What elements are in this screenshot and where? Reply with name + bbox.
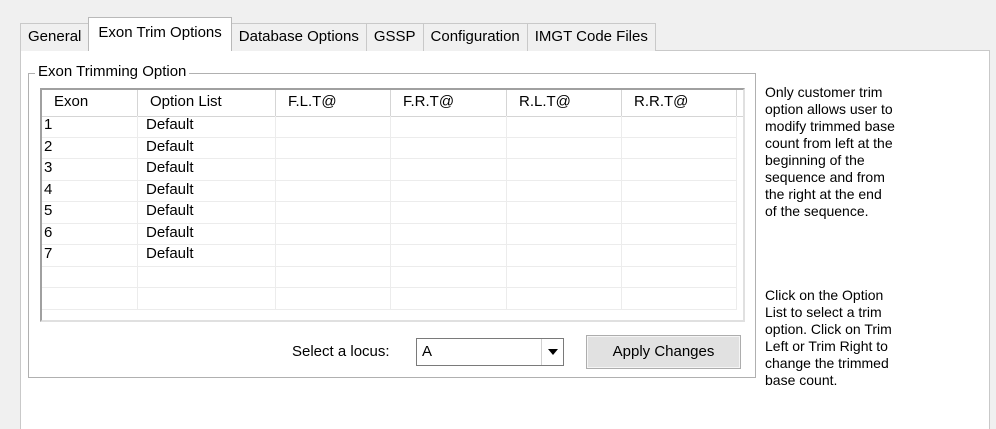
cell-option-list[interactable]: Default [138, 137, 276, 159]
cell-rrt[interactable] [622, 202, 737, 224]
cell-option-list[interactable]: Default [138, 180, 276, 202]
cell-rrt[interactable] [622, 266, 737, 288]
cell-exon[interactable]: 6 [42, 223, 138, 245]
cell-rlt[interactable] [507, 180, 622, 202]
cell-flt[interactable] [276, 223, 391, 245]
cell-rlt[interactable] [507, 223, 622, 245]
cell-rlt[interactable] [507, 288, 622, 310]
locus-select[interactable]: A [416, 338, 564, 366]
cell-rlt[interactable] [507, 266, 622, 288]
cell-frt[interactable] [391, 116, 507, 138]
cell-exon[interactable]: 7 [42, 245, 138, 267]
cell-flt[interactable] [276, 159, 391, 181]
cell-option-list[interactable] [138, 288, 276, 310]
apply-changes-button[interactable]: Apply Changes [586, 335, 741, 369]
tab-gssp[interactable]: GSSP [365, 23, 424, 51]
cell-exon[interactable]: 3 [42, 159, 138, 181]
cell-exon[interactable] [42, 266, 138, 288]
cell-rrt[interactable] [622, 288, 737, 310]
tab-configuration[interactable]: Configuration [422, 23, 528, 51]
cell-flt[interactable] [276, 137, 391, 159]
table-row[interactable] [42, 288, 743, 310]
cell-option-list[interactable]: Default [138, 202, 276, 224]
cell-rrt[interactable] [622, 245, 737, 267]
tab-exon-trim-options[interactable]: Exon Trim Options [88, 17, 232, 51]
cell-option-list[interactable]: Default [138, 116, 276, 138]
column-header-rlt[interactable]: R.L.T@ [507, 90, 622, 116]
locus-label: Select a locus: [292, 343, 390, 360]
help-text-trim-option: Only customer trim option allows user to… [765, 84, 895, 219]
cell-frt[interactable] [391, 159, 507, 181]
cell-flt[interactable] [276, 202, 391, 224]
cell-flt[interactable] [276, 266, 391, 288]
cell-option-list[interactable]: Default [138, 223, 276, 245]
cell-rlt[interactable] [507, 202, 622, 224]
cell-frt[interactable] [391, 223, 507, 245]
cell-rlt[interactable] [507, 159, 622, 181]
cell-flt[interactable] [276, 245, 391, 267]
table-row[interactable]: 1 Default [42, 116, 743, 138]
cell-option-list[interactable]: Default [138, 245, 276, 267]
cell-exon[interactable] [42, 288, 138, 310]
tab-strip: General Exon Trim Options Database Optio… [20, 16, 656, 51]
chevron-down-icon[interactable] [541, 339, 563, 365]
cell-rrt[interactable] [622, 180, 737, 202]
tab-general[interactable]: General [20, 23, 90, 51]
grid-body: 1 Default 2 Default 3 Default 4 Default 5 Default… [42, 116, 743, 310]
cell-option-list[interactable] [138, 266, 276, 288]
table-row[interactable]: 5 Default [42, 202, 743, 224]
cell-exon[interactable]: 4 [42, 180, 138, 202]
column-header-frt[interactable]: F.R.T@ [391, 90, 507, 116]
column-header-exon[interactable]: Exon [42, 90, 138, 116]
tab-imgt-code-files[interactable]: IMGT Code Files [526, 23, 656, 51]
cell-rrt[interactable] [622, 137, 737, 159]
cell-rrt[interactable] [622, 116, 737, 138]
help-text-instructions: Click on the Option List to select a tri… [765, 287, 892, 388]
cell-rlt[interactable] [507, 137, 622, 159]
locus-select-value: A [422, 343, 433, 360]
cell-frt[interactable] [391, 202, 507, 224]
column-header-rrt[interactable]: R.R.T@ [622, 90, 737, 116]
cell-flt[interactable] [276, 288, 391, 310]
cell-frt[interactable] [391, 180, 507, 202]
grid-header: Exon Option List F.L.T@ F.R.T@ R.L.T@ R.… [42, 90, 743, 117]
cell-rlt[interactable] [507, 116, 622, 138]
table-row[interactable] [42, 266, 743, 288]
cell-rlt[interactable] [507, 245, 622, 267]
cell-rrt[interactable] [622, 159, 737, 181]
cell-exon[interactable]: 2 [42, 137, 138, 159]
cell-frt[interactable] [391, 288, 507, 310]
cell-flt[interactable] [276, 116, 391, 138]
cell-option-list[interactable]: Default [138, 159, 276, 181]
cell-frt[interactable] [391, 245, 507, 267]
exon-trim-grid[interactable]: Exon Option List F.L.T@ F.R.T@ R.L.T@ R.… [40, 88, 745, 322]
table-row[interactable]: 7 Default [42, 245, 743, 267]
table-row[interactable]: 6 Default [42, 223, 743, 245]
groupbox-title: Exon Trimming Option [35, 63, 190, 81]
table-row[interactable]: 3 Default [42, 159, 743, 181]
column-header-option-list[interactable]: Option List [138, 90, 276, 116]
column-header-flt[interactable]: F.L.T@ [276, 90, 391, 116]
cell-flt[interactable] [276, 180, 391, 202]
cell-frt[interactable] [391, 137, 507, 159]
tab-database-options[interactable]: Database Options [230, 23, 367, 51]
cell-frt[interactable] [391, 266, 507, 288]
table-row[interactable]: 4 Default [42, 180, 743, 202]
cell-exon[interactable]: 5 [42, 202, 138, 224]
cell-rrt[interactable] [622, 223, 737, 245]
table-row[interactable]: 2 Default [42, 137, 743, 159]
cell-exon[interactable]: 1 [42, 116, 138, 138]
